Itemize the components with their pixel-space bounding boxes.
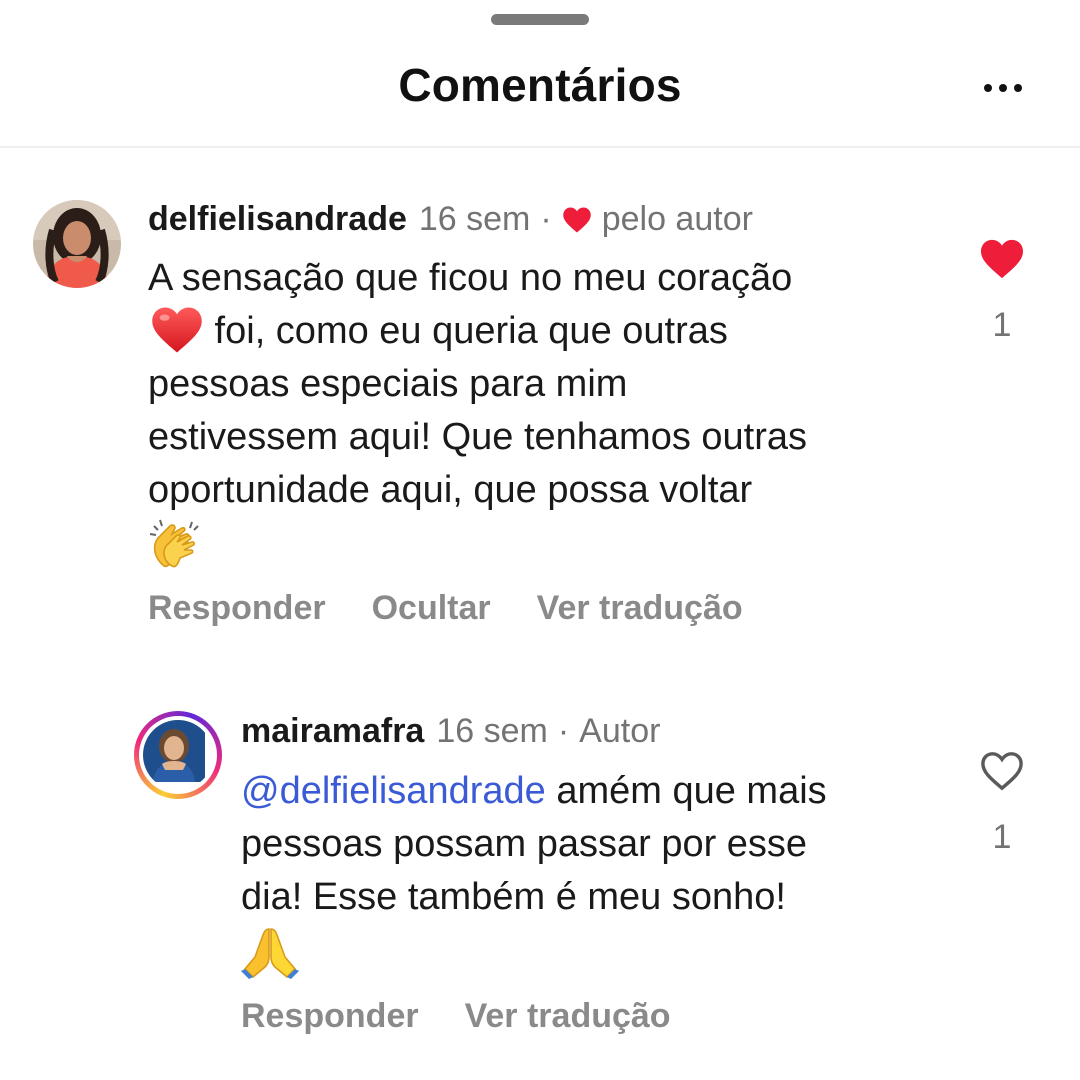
avatar[interactable] xyxy=(134,711,222,799)
comment-time: 16 sem xyxy=(436,712,548,750)
comment-meta: mairamafra 16 sem · Autor xyxy=(241,712,660,751)
comment-line xyxy=(148,517,807,572)
comment-body: A sensação que ficou no meu coração foi,… xyxy=(148,252,807,572)
liked-by-author-label: pelo autor xyxy=(601,200,753,238)
heart-icon xyxy=(562,207,591,232)
drag-handle[interactable] xyxy=(491,14,589,25)
see-translation-button[interactable]: Ver tradução xyxy=(465,997,671,1036)
comment-time: 16 sem xyxy=(418,200,531,238)
comment-line: dia! Esse também é meu sonho! xyxy=(241,876,786,918)
comment-line xyxy=(241,924,827,979)
meta-separator: · xyxy=(557,712,570,750)
comment-line: oportunidade aqui, que possa voltar xyxy=(148,469,753,511)
see-translation-button[interactable]: Ver tradução xyxy=(537,589,743,628)
more-options-icon[interactable] xyxy=(976,70,1030,106)
username[interactable]: delfielisandrade xyxy=(148,200,407,239)
like-column: 1 xyxy=(972,238,1032,345)
comment-line: @delfielisandrade amém que mais xyxy=(241,770,827,812)
reply-button[interactable]: Responder xyxy=(241,997,419,1036)
like-column: 1 xyxy=(972,750,1032,857)
meta-separator: · xyxy=(540,200,552,238)
hide-button[interactable]: Ocultar xyxy=(372,589,491,628)
comment-line: estivessem aqui! Que tenhamos outras xyxy=(148,416,808,458)
red-heart-emoji xyxy=(152,307,202,353)
reply-button[interactable]: Responder xyxy=(148,589,326,628)
header-divider xyxy=(0,146,1080,148)
comments-sheet: Comentários delfielisandrade 16 sem · pe… xyxy=(0,0,1080,1080)
comment-actions: Responder Ver tradução xyxy=(241,997,671,1036)
author-label: Autor xyxy=(579,712,661,750)
comment-meta: delfielisandrade 16 sem · pelo autor xyxy=(148,200,753,239)
avatar[interactable] xyxy=(33,200,121,288)
username[interactable]: mairamafra xyxy=(241,712,424,751)
comment-line: pessoas especiais para mim xyxy=(148,363,628,405)
comment-line: foi, como eu queria que outras xyxy=(148,305,807,358)
mention-link[interactable]: @delfielisandrade xyxy=(241,770,546,812)
comment-line: pessoas possam passar por esse xyxy=(241,823,808,865)
folded-hands-emoji xyxy=(241,928,299,979)
like-count: 1 xyxy=(992,818,1012,856)
heart-filled-icon[interactable] xyxy=(979,238,1025,280)
comment-actions: Responder Ocultar Ver tradução xyxy=(148,589,743,628)
comment-line: A sensação que ficou no meu coração xyxy=(148,257,793,299)
like-count: 1 xyxy=(992,306,1012,344)
page-title: Comentários xyxy=(398,59,682,111)
clapping-hands-emoji xyxy=(149,519,199,568)
comment-body: @delfielisandrade amém que mais pessoas … xyxy=(241,765,827,979)
heart-outline-icon[interactable] xyxy=(979,750,1025,792)
